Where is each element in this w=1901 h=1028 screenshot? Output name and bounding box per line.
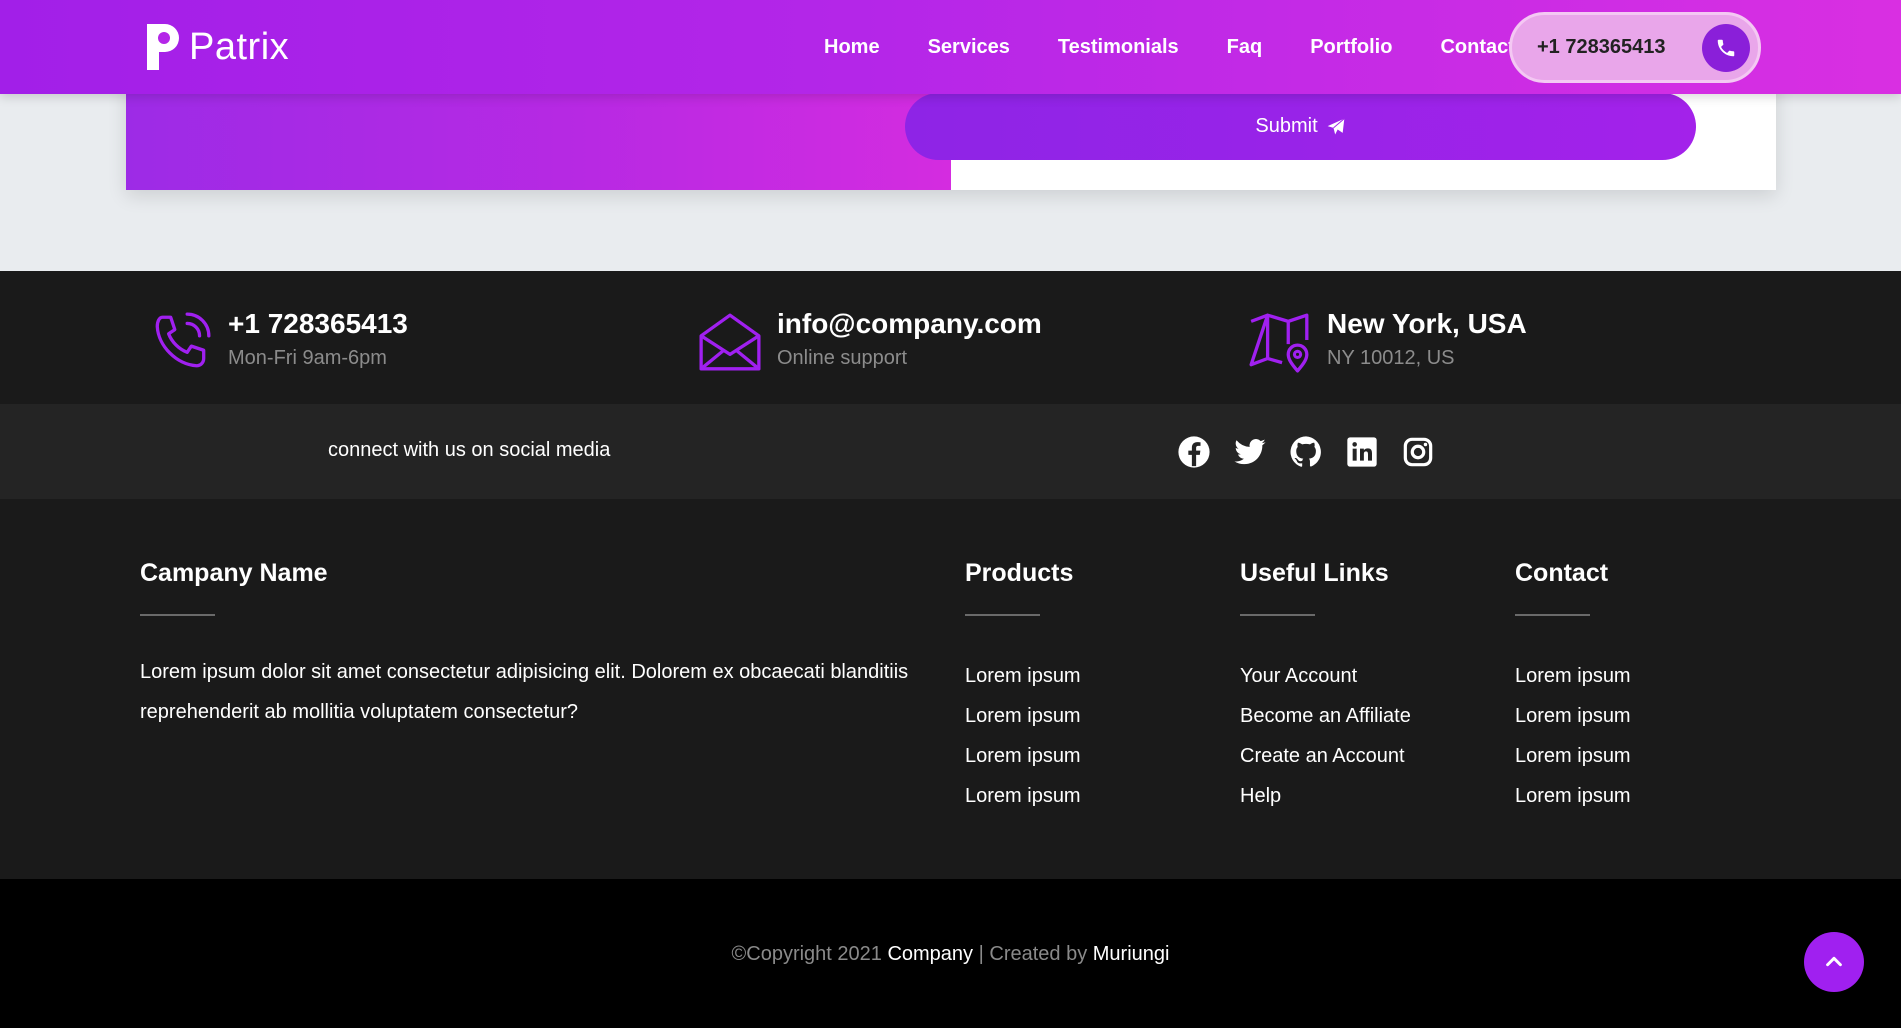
instagram-icon[interactable] bbox=[1400, 434, 1436, 470]
linkedin-icon[interactable] bbox=[1344, 434, 1380, 470]
phone-number: +1 728365413 bbox=[1537, 36, 1666, 58]
logo[interactable]: Patrix bbox=[143, 20, 289, 74]
social-text: connect with us on social media bbox=[328, 439, 611, 461]
info-location-sub: NY 10012, US bbox=[1327, 347, 1455, 369]
footer-col-products: Products Lorem ipsum Lorem ipsum Lorem i… bbox=[965, 559, 1081, 816]
github-icon[interactable] bbox=[1288, 434, 1324, 470]
footer-col-useful-links: Useful Links Your Account Become an Affi… bbox=[1240, 559, 1411, 816]
copyright-author-link[interactable]: Muriungi bbox=[1093, 943, 1170, 965]
footer-link-help[interactable]: Help bbox=[1240, 776, 1411, 816]
social-icons bbox=[1176, 434, 1436, 470]
navbar: Patrix Home Services Testimonials Faq Po… bbox=[0, 0, 1901, 94]
footer-link[interactable]: Lorem ipsum bbox=[965, 736, 1081, 776]
footer-col-contact: Contact Lorem ipsum Lorem ipsum Lorem ip… bbox=[1515, 559, 1631, 816]
info-phone: +1 728365413 Mon-Fri 9am-6pm bbox=[148, 309, 408, 375]
footer-link[interactable]: Lorem ipsum bbox=[1515, 736, 1631, 776]
footer-company-description: Lorem ipsum dolor sit amet consectetur a… bbox=[140, 661, 909, 723]
footer-contact-heading: Contact bbox=[1515, 559, 1609, 587]
facebook-icon[interactable] bbox=[1176, 434, 1212, 470]
copyright-middle: | Created by bbox=[973, 943, 1093, 965]
phone-icon-circle bbox=[1702, 24, 1750, 72]
footer-link[interactable]: Lorem ipsum bbox=[1515, 776, 1631, 816]
footer-products-list: Lorem ipsum Lorem ipsum Lorem ipsum Lore… bbox=[965, 656, 1081, 816]
info-phone-title: +1 728365413 bbox=[228, 308, 408, 339]
info-phone-sub: Mon-Fri 9am-6pm bbox=[228, 347, 387, 369]
footer-link[interactable]: Lorem ipsum bbox=[965, 776, 1081, 816]
copyright-prefix: ©Copyright 2021 bbox=[731, 943, 888, 965]
nav-link-home[interactable]: Home bbox=[824, 36, 880, 59]
map-icon bbox=[1249, 313, 1309, 373]
nav-link-portfolio[interactable]: Portfolio bbox=[1310, 36, 1392, 59]
chevron-up-icon bbox=[1826, 956, 1842, 967]
brand-name: Patrix bbox=[189, 25, 290, 68]
footer-link-become-affiliate[interactable]: Become an Affiliate bbox=[1240, 696, 1411, 736]
footer-useful-links-heading: Useful Links bbox=[1240, 559, 1389, 587]
copyright-company-link[interactable]: Company bbox=[887, 943, 973, 965]
nav-link-services[interactable]: Services bbox=[928, 36, 1010, 59]
footer-company-heading: Campany Name bbox=[140, 559, 328, 587]
phone-button[interactable]: +1 728365413 bbox=[1509, 12, 1761, 83]
heading-divider bbox=[140, 614, 215, 616]
info-email-sub: Online support bbox=[777, 347, 908, 369]
footer-link[interactable]: Lorem ipsum bbox=[1515, 696, 1631, 736]
nav-link-contact[interactable]: Contact bbox=[1440, 36, 1514, 59]
info-location: New York, USA NY 10012, US bbox=[1247, 309, 1527, 375]
heading-divider bbox=[1240, 614, 1315, 616]
footer-link[interactable]: Lorem ipsum bbox=[965, 656, 1081, 696]
logo-p-icon bbox=[147, 24, 179, 70]
phone-icon bbox=[155, 312, 211, 368]
info-location-title: New York, USA bbox=[1327, 308, 1527, 339]
heading-divider bbox=[965, 614, 1040, 616]
copyright-bar: ©Copyright 2021 Company | Created by Mur… bbox=[0, 879, 1901, 1028]
nav-menu: Home Services Testimonials Faq Portfolio… bbox=[800, 0, 1539, 94]
phone-icon bbox=[1717, 39, 1735, 57]
footer-link-your-account[interactable]: Your Account bbox=[1240, 656, 1411, 696]
twitter-icon[interactable] bbox=[1232, 434, 1268, 470]
scroll-to-top-button[interactable] bbox=[1804, 932, 1864, 992]
contact-info-bar: +1 728365413 Mon-Fri 9am-6pm info@compan… bbox=[0, 271, 1901, 404]
footer-contact-list: Lorem ipsum Lorem ipsum Lorem ipsum Lore… bbox=[1515, 656, 1631, 816]
paper-plane-icon bbox=[1327, 117, 1345, 134]
footer-link[interactable]: Lorem ipsum bbox=[1515, 656, 1631, 696]
envelope-icon bbox=[699, 313, 761, 371]
submit-label: Submit bbox=[1255, 115, 1318, 137]
info-email-title: info@company.com bbox=[777, 308, 1042, 339]
footer-useful-links-list: Your Account Become an Affiliate Create … bbox=[1240, 656, 1411, 816]
info-email: info@company.com Online support bbox=[697, 309, 1042, 375]
footer-col-company: Campany Name Lorem ipsum dolor sit amet … bbox=[140, 559, 930, 732]
nav-link-testimonials[interactable]: Testimonials bbox=[1058, 36, 1179, 59]
footer-link[interactable]: Lorem ipsum bbox=[965, 696, 1081, 736]
heading-divider bbox=[1515, 614, 1590, 616]
nav-link-faq[interactable]: Faq bbox=[1227, 36, 1263, 59]
footer-products-heading: Products bbox=[965, 559, 1074, 587]
footer-main: Campany Name Lorem ipsum dolor sit amet … bbox=[0, 499, 1901, 879]
footer-link-create-account[interactable]: Create an Account bbox=[1240, 736, 1411, 776]
submit-button[interactable]: Submit bbox=[905, 93, 1696, 160]
social-bar: connect with us on social media bbox=[0, 404, 1901, 499]
